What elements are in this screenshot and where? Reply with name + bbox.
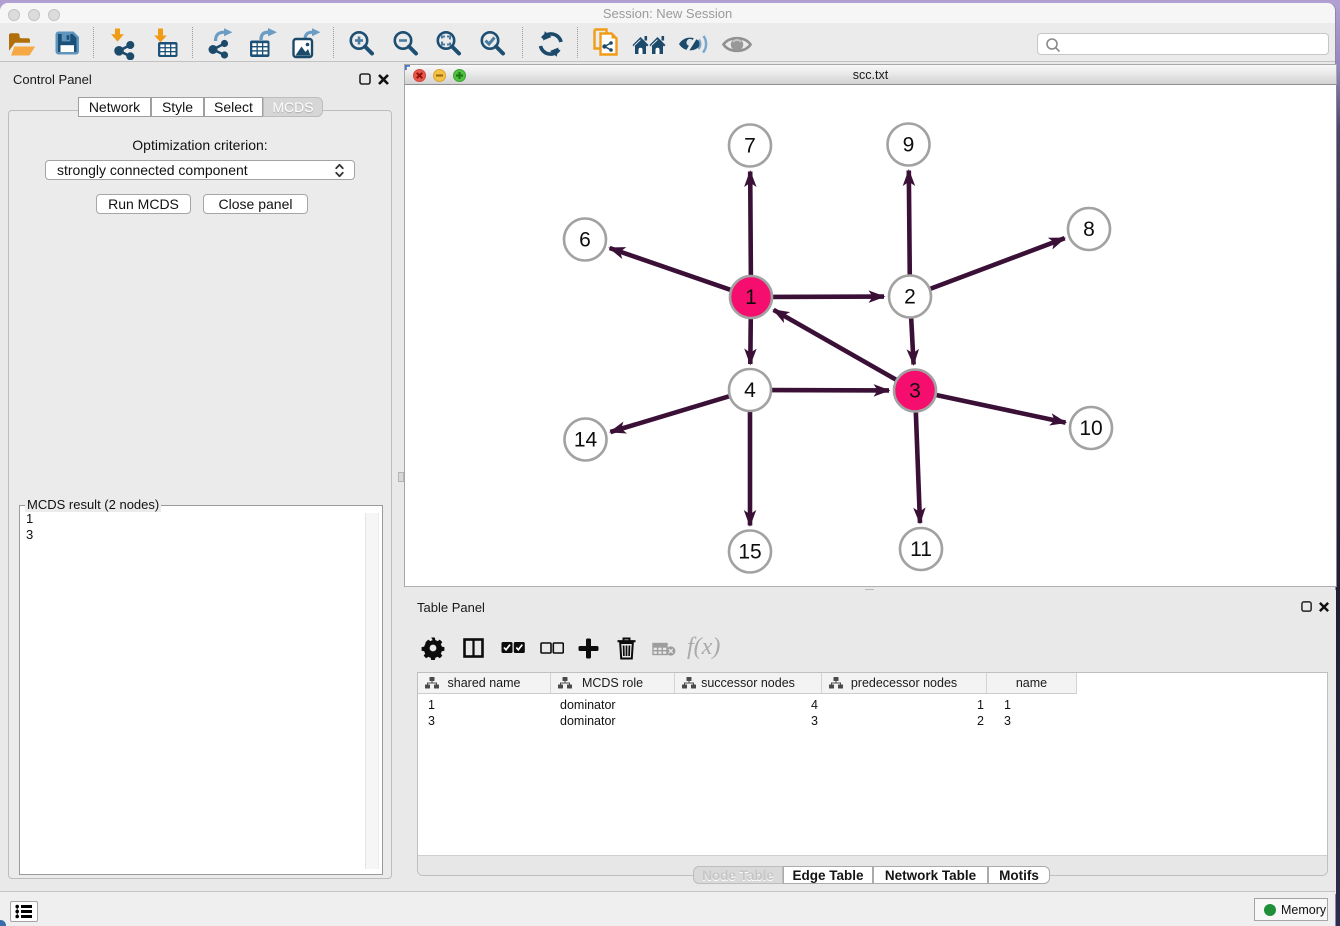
svg-text:3: 3 [909, 380, 921, 403]
svg-text:9: 9 [903, 134, 915, 157]
svg-text:6: 6 [579, 229, 591, 252]
svg-text:7: 7 [744, 135, 756, 158]
svg-text:8: 8 [1083, 218, 1095, 241]
svg-text:10: 10 [1079, 417, 1102, 440]
svg-text:1: 1 [745, 286, 757, 309]
svg-text:15: 15 [738, 541, 761, 564]
svg-text:11: 11 [910, 538, 932, 561]
svg-text:14: 14 [574, 429, 598, 452]
svg-text:2: 2 [904, 286, 916, 309]
svg-text:4: 4 [744, 379, 756, 402]
